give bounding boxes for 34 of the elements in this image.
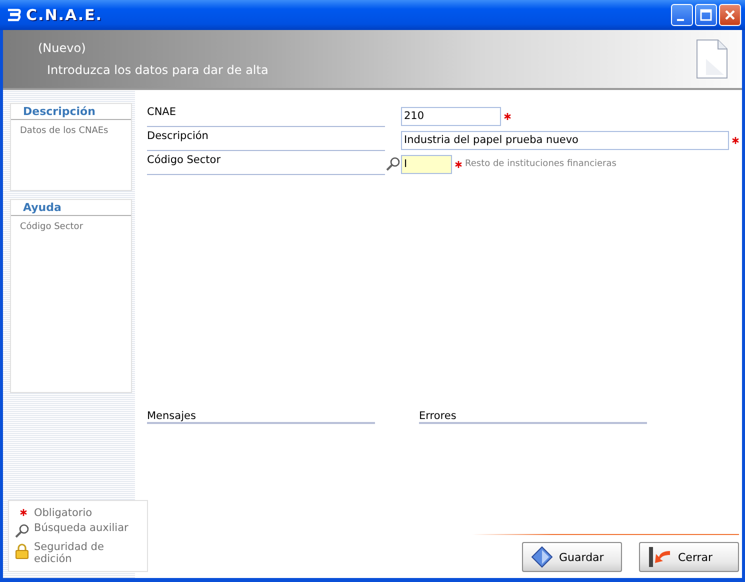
legend-label: Seguridad de edición xyxy=(34,541,105,565)
window-title: C.N.A.E. xyxy=(26,6,104,24)
panel-text: Código Sector xyxy=(19,220,84,234)
input-field[interactable]: I xyxy=(401,154,452,174)
panel-title: Ayuda xyxy=(11,200,131,216)
field-label: Código Sector xyxy=(147,154,385,174)
legend-label: Obligatorio xyxy=(34,507,92,519)
document-icon xyxy=(696,39,728,79)
minimize-button[interactable] xyxy=(671,4,693,26)
maximize-icon xyxy=(700,9,712,21)
close-icon xyxy=(724,9,736,21)
field-label: Descripción xyxy=(147,130,385,150)
search-icon xyxy=(15,524,29,538)
close-button[interactable]: Cerrar xyxy=(639,542,739,572)
instruction-text: Introduzca los datos para dar de alta xyxy=(46,63,270,77)
close-button[interactable] xyxy=(719,4,741,26)
panel-title: Descripción xyxy=(11,104,131,120)
input-field[interactable]: 210 xyxy=(401,106,501,126)
field-note: Resto de instituciones financieras xyxy=(465,159,616,169)
save-button[interactable]: Guardar xyxy=(522,542,622,572)
mode-label: (Nuevo) xyxy=(38,41,87,55)
diamond-icon xyxy=(531,546,553,568)
section-heading: Errores xyxy=(419,410,647,424)
app-logo-icon xyxy=(6,8,22,22)
field-label: CNAE xyxy=(147,106,385,126)
asterisk-icon xyxy=(20,509,27,516)
exit-arrow-icon xyxy=(648,546,672,568)
minimize-icon xyxy=(676,19,684,21)
legend-label: Búsqueda auxiliar xyxy=(34,522,128,534)
section-heading: Mensajes xyxy=(147,410,375,424)
padlock-icon xyxy=(15,543,29,559)
input-field[interactable]: Industria del papel prueba nuevo xyxy=(401,130,729,150)
panel-text: Datos de los CNAEs xyxy=(19,125,110,138)
maximize-button[interactable] xyxy=(695,4,717,26)
